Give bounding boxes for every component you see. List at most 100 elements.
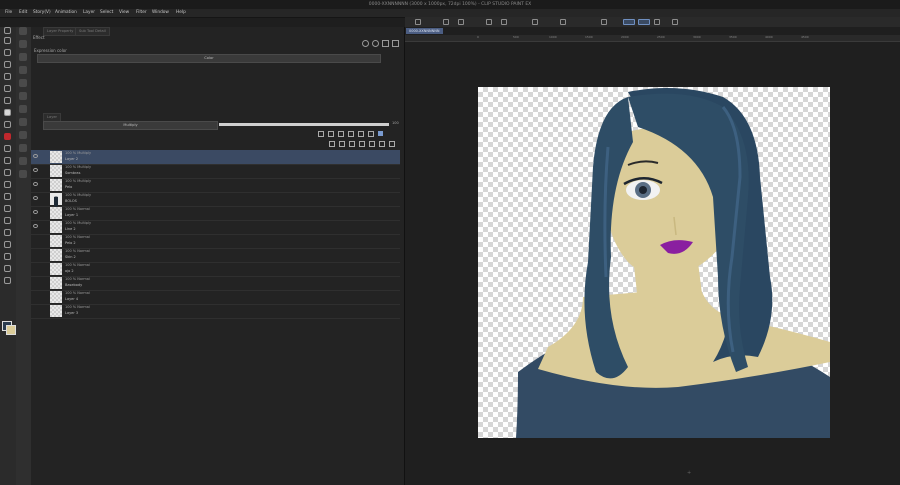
eye-icon[interactable]	[33, 224, 38, 228]
eye-icon[interactable]	[33, 182, 38, 186]
eye-icon[interactable]	[33, 210, 38, 214]
color-icon[interactable]	[392, 40, 399, 47]
layer-clip-icon[interactable]	[318, 131, 324, 137]
menu-view[interactable]: View	[119, 9, 129, 17]
figure-icon[interactable]	[4, 217, 11, 224]
layer-row[interactable]: 100 % Normal Layer 3	[31, 304, 400, 319]
border-effect-icon[interactable]	[362, 40, 369, 47]
move-icon[interactable]	[4, 61, 11, 68]
create-mask-icon[interactable]	[379, 141, 385, 147]
gradient-icon[interactable]	[4, 205, 11, 212]
eye-icon[interactable]	[33, 196, 38, 200]
draft-icon[interactable]	[338, 131, 344, 137]
transfer-down-icon[interactable]	[359, 141, 365, 147]
menu-help[interactable]: Help	[176, 9, 186, 17]
menu-edit[interactable]: Edit	[19, 9, 27, 17]
new-file-icon[interactable]	[415, 19, 421, 25]
clear-icon[interactable]	[532, 19, 538, 25]
new-raster-layer-icon[interactable]	[329, 141, 335, 147]
airbrush-icon[interactable]	[4, 145, 11, 152]
combine-icon[interactable]	[369, 141, 375, 147]
fill-tool-icon[interactable]	[4, 193, 11, 200]
frame-icon[interactable]	[4, 229, 11, 236]
subtool-10-icon[interactable]	[19, 144, 27, 152]
menu-window[interactable]: Window	[152, 9, 169, 17]
subtool-5-icon[interactable]	[19, 79, 27, 87]
menu-file[interactable]: File	[5, 9, 12, 17]
hand-icon[interactable]	[4, 37, 11, 44]
snap-ruler-icon[interactable]	[623, 19, 635, 25]
subtool-11-icon[interactable]	[19, 157, 27, 165]
tone-icon[interactable]	[372, 40, 379, 47]
layer-row[interactable]: 100 % Normal Pelo 2	[31, 234, 400, 249]
new-folder-icon[interactable]	[349, 141, 355, 147]
balloon-icon[interactable]	[4, 265, 11, 272]
layer-row[interactable]: 100 % Normal Basebody	[31, 276, 400, 291]
eye-icon[interactable]	[33, 168, 38, 172]
blend-icon[interactable]	[4, 181, 11, 188]
menu-story[interactable]: Story(V)	[33, 9, 51, 17]
subtool-12-icon[interactable]	[19, 170, 27, 178]
subtool-4-icon[interactable]	[19, 66, 27, 74]
save-icon[interactable]	[458, 19, 464, 25]
fill-icon[interactable]	[560, 19, 566, 25]
eraser-icon[interactable]	[4, 169, 11, 176]
pen-icon[interactable]	[4, 109, 11, 116]
subtool-2-icon[interactable]	[19, 40, 27, 48]
eye-icon[interactable]	[33, 154, 38, 158]
text-icon[interactable]	[4, 253, 11, 260]
opacity-slider[interactable]	[219, 123, 389, 126]
selection-icon[interactable]	[4, 73, 11, 80]
layer-row[interactable]: 100 % Multiply BOLOS	[31, 192, 400, 207]
eyedropper-icon[interactable]	[4, 97, 11, 104]
tab-sub-tool-detail[interactable]: Sub Tool Detail	[75, 27, 110, 36]
transform-icon[interactable]	[601, 19, 607, 25]
brush-icon[interactable]	[4, 133, 11, 140]
open-file-icon[interactable]	[443, 19, 449, 25]
menu-layer[interactable]: Layer	[83, 9, 95, 17]
lock-alpha-icon[interactable]	[358, 131, 364, 137]
operation-icon[interactable]	[4, 49, 11, 56]
mask-icon[interactable]	[368, 131, 374, 137]
menu-filter[interactable]: Filter	[136, 9, 147, 17]
undo-icon[interactable]	[486, 19, 492, 25]
show-ruler-icon[interactable]	[672, 19, 678, 25]
menu-animation[interactable]: Animation	[55, 9, 77, 17]
delete-layer-icon[interactable]	[389, 141, 395, 147]
new-vector-layer-icon[interactable]	[339, 141, 345, 147]
decoration-icon[interactable]	[4, 157, 11, 164]
watercolor-edge-icon[interactable]	[382, 40, 389, 47]
subtool-9-icon[interactable]	[19, 131, 27, 139]
subtool-8-icon[interactable]	[19, 118, 27, 126]
layer-row[interactable]: 100 % Multiply Sombras	[31, 164, 400, 179]
lock-icon[interactable]	[348, 131, 354, 137]
correct-line-icon[interactable]	[4, 277, 11, 284]
layer-row[interactable]: 100 % Normal Skin 2	[31, 248, 400, 263]
ruler-icon[interactable]	[4, 241, 11, 248]
zoom-icon[interactable]	[4, 27, 11, 34]
subtool-3-icon[interactable]	[19, 53, 27, 61]
layer-row[interactable]: 100 % Multiply Pelo	[31, 178, 400, 193]
layer-row[interactable]: 100 % Multiply Layer 2	[31, 150, 400, 165]
layer-row[interactable]: 100 % Normal Layer 1	[31, 206, 400, 221]
pencil-icon[interactable]	[4, 121, 11, 128]
redo-icon[interactable]	[501, 19, 507, 25]
blend-mode-select[interactable]: Multiply	[43, 121, 218, 130]
canvas-artwork[interactable]	[478, 87, 830, 438]
snap-grid-icon[interactable]	[654, 19, 660, 25]
tab-layer-property[interactable]: Layer Property	[43, 27, 78, 36]
layer-row[interactable]: 100 % Normal ojo 2	[31, 262, 400, 277]
subtool-1-icon[interactable]	[19, 27, 27, 35]
subtool-7-icon[interactable]	[19, 105, 27, 113]
auto-select-icon[interactable]	[4, 85, 11, 92]
expression-color-select[interactable]: Color	[37, 54, 381, 63]
reference-icon[interactable]	[328, 131, 334, 137]
document-tab[interactable]: 0000-XXNNNNNN	[406, 28, 443, 34]
snap-special-ruler-icon[interactable]	[638, 19, 650, 25]
subtool-6-icon[interactable]	[19, 92, 27, 100]
layer-row[interactable]: 100 % Normal Layer 4	[31, 290, 400, 305]
layer-row[interactable]: 100 % Multiply Line 2	[31, 220, 400, 235]
layer-color-icon[interactable]	[378, 131, 383, 136]
sub-color-swatch-icon[interactable]	[6, 325, 16, 335]
menu-select[interactable]: Select	[100, 9, 113, 17]
